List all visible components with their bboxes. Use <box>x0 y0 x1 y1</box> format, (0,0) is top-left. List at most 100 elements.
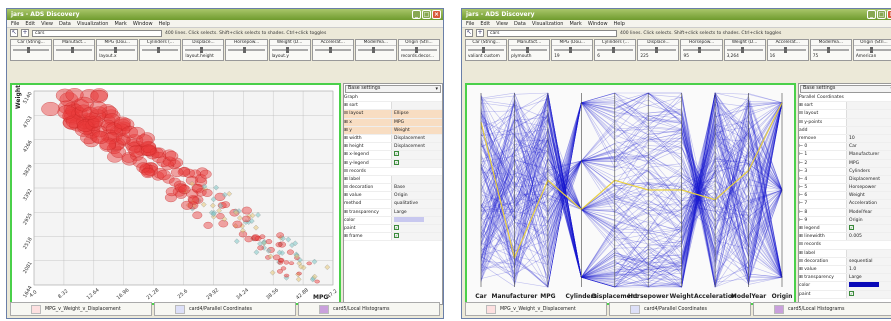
column-range-slider[interactable] <box>468 47 505 53</box>
scatter-point[interactable] <box>314 279 320 284</box>
menu-visualization-right[interactable]: Visualization <box>532 20 564 27</box>
column-filter-1[interactable]: Manufact... <box>53 39 96 61</box>
tree-value-cell[interactable] <box>846 102 891 110</box>
tree-row[interactable]: paint ✓ <box>799 290 891 299</box>
close-button[interactable]: × <box>432 10 441 19</box>
column-range-slider[interactable] <box>640 47 677 53</box>
tree-row[interactable]: ⊞ transparency Large <box>799 274 891 283</box>
checkbox[interactable]: ✓ <box>394 225 400 230</box>
menu-file-right[interactable]: File <box>466 20 474 27</box>
tree-row[interactable]: ⊞ label <box>799 249 891 258</box>
tree-value-cell[interactable]: Weight <box>846 192 891 200</box>
parallel-svg[interactable]: Car Manufacturer MPG CylindersDisplacementH… <box>467 85 794 303</box>
menu-window-right[interactable]: Window <box>588 20 608 27</box>
column-range-slider[interactable] <box>99 47 136 53</box>
search-input[interactable]: cars <box>32 29 162 37</box>
tree-value-cell[interactable]: Large <box>391 208 442 216</box>
tree-row[interactable]: ⊞ value 1.0 <box>799 265 891 275</box>
tab-parallel-right[interactable]: card4/Parallel Coordinates <box>609 302 751 316</box>
scatter-point[interactable] <box>164 151 179 162</box>
tree-row[interactable]: ⊞ x MPG <box>344 118 442 127</box>
menu-window[interactable]: Window <box>133 20 153 27</box>
tree-value-cell[interactable]: Origin <box>846 216 891 224</box>
tree-value-cell[interactable]: qualitative <box>391 200 442 208</box>
column-range-slider[interactable] <box>228 47 265 53</box>
close-button-right[interactable]: × <box>887 10 891 19</box>
tree-row[interactable]: ⊞ transparency Large <box>344 208 442 217</box>
menu-edit-right[interactable]: Edit <box>480 20 490 27</box>
tree-row[interactable]: ⊟ records <box>799 241 891 250</box>
column-range-slider[interactable] <box>314 47 351 53</box>
tree-value-cell[interactable]: 1.0 <box>846 265 891 274</box>
scatter-point[interactable] <box>275 242 283 248</box>
tree-value-cell[interactable]: MPG <box>846 159 891 167</box>
menu-data-right[interactable]: Data <box>514 20 526 27</box>
scatter-point[interactable] <box>91 131 109 144</box>
tree-row[interactable]: Graph <box>344 94 442 103</box>
tree-value-cell[interactable]: 10 <box>846 134 891 143</box>
column-filter-4[interactable]: Displace... layout.height <box>182 39 225 61</box>
tree-value-cell[interactable]: ✓ <box>846 290 891 298</box>
tree-row[interactable]: method qualitative <box>344 200 442 209</box>
tree-value-cell[interactable] <box>846 110 891 118</box>
tree-row[interactable]: ⊞ height Displacement <box>344 143 442 152</box>
tree-value-cell[interactable]: ✓ <box>391 233 442 241</box>
tree-row[interactable]: ⊞ frame ✓ <box>344 233 442 242</box>
tree-row[interactable]: ⊢ 2 MPG <box>799 159 891 168</box>
scatter-point[interactable] <box>244 235 253 243</box>
tree-value-cell[interactable]: Weight <box>391 126 442 134</box>
tree-row[interactable]: remove 10 <box>799 134 891 144</box>
menu-mark[interactable]: Mark <box>114 20 126 27</box>
column-range-slider[interactable] <box>812 47 849 53</box>
column-filter-0[interactable]: Car (String... <box>10 39 53 61</box>
scatter-point[interactable] <box>90 89 108 104</box>
tree-value-cell[interactable]: ✓ <box>391 151 442 159</box>
scatter-point[interactable] <box>89 101 107 115</box>
tree-row[interactable]: ⊢ 4 Displacement <box>799 175 891 185</box>
settings-dropdown[interactable]: Base settings <box>345 85 441 93</box>
column-filter-4[interactable]: Displace... 225 <box>637 39 680 61</box>
tree-value-cell[interactable]: Origin <box>391 192 442 200</box>
menu-help-right[interactable]: Help <box>614 20 625 27</box>
scatter-point[interactable] <box>199 169 212 179</box>
column-range-slider[interactable] <box>769 47 806 53</box>
scatter-point[interactable] <box>251 234 260 241</box>
scatter-point[interactable] <box>283 260 290 265</box>
column-range-slider[interactable] <box>271 47 308 53</box>
scatter-point[interactable] <box>221 201 230 208</box>
tree-value-cell[interactable]: sequential <box>846 257 891 265</box>
column-filter-5[interactable]: Horsepow... <box>225 39 268 61</box>
tree-value-cell[interactable]: Large <box>846 274 891 282</box>
tree-row[interactable]: ⊟ y-points <box>799 118 891 127</box>
tree-row[interactable]: ⊢ 3 Cylinders <box>799 167 891 176</box>
tree-row[interactable]: ⊞ label <box>344 175 442 185</box>
column-range-slider[interactable] <box>683 47 720 53</box>
add-tool-icon[interactable]: + <box>21 29 29 37</box>
tree-value-cell[interactable] <box>391 216 442 224</box>
scatter-point[interactable] <box>41 102 60 116</box>
tree-row[interactable]: ⊟ decoration sequential <box>799 257 891 266</box>
menu-mark-right[interactable]: Mark <box>569 20 581 27</box>
tree-row[interactable]: ⊟ records <box>344 168 442 176</box>
tree-row[interactable]: color <box>799 282 891 291</box>
maximize-button-right[interactable]: □ <box>877 10 886 19</box>
column-filter-8[interactable]: ModelYea... <box>354 39 397 61</box>
scatter-point[interactable] <box>306 261 312 266</box>
color-swatch[interactable] <box>394 216 425 222</box>
menu-data[interactable]: Data <box>59 20 71 27</box>
scatter-point[interactable] <box>273 254 281 261</box>
column-range-slider[interactable] <box>56 47 93 53</box>
tree-value-cell[interactable]: Displacement <box>391 143 442 151</box>
column-range-slider[interactable] <box>400 47 437 53</box>
tree-row[interactable]: ⊟ decoration Base <box>344 184 442 193</box>
scatter-point[interactable] <box>265 239 273 245</box>
tree-row[interactable]: ⊟ layout Ellipse <box>344 110 442 119</box>
tree-value-cell[interactable] <box>846 249 891 257</box>
color-swatch[interactable] <box>849 282 880 288</box>
scatter-point[interactable] <box>296 271 302 276</box>
tree-row[interactable]: ⊞ legend ✓ <box>799 225 891 234</box>
scatter-point[interactable] <box>283 273 290 278</box>
scatter-point[interactable] <box>141 167 155 179</box>
tree-row[interactable]: ⊞ value Origin <box>344 192 442 201</box>
tree-value-cell[interactable] <box>846 282 891 290</box>
